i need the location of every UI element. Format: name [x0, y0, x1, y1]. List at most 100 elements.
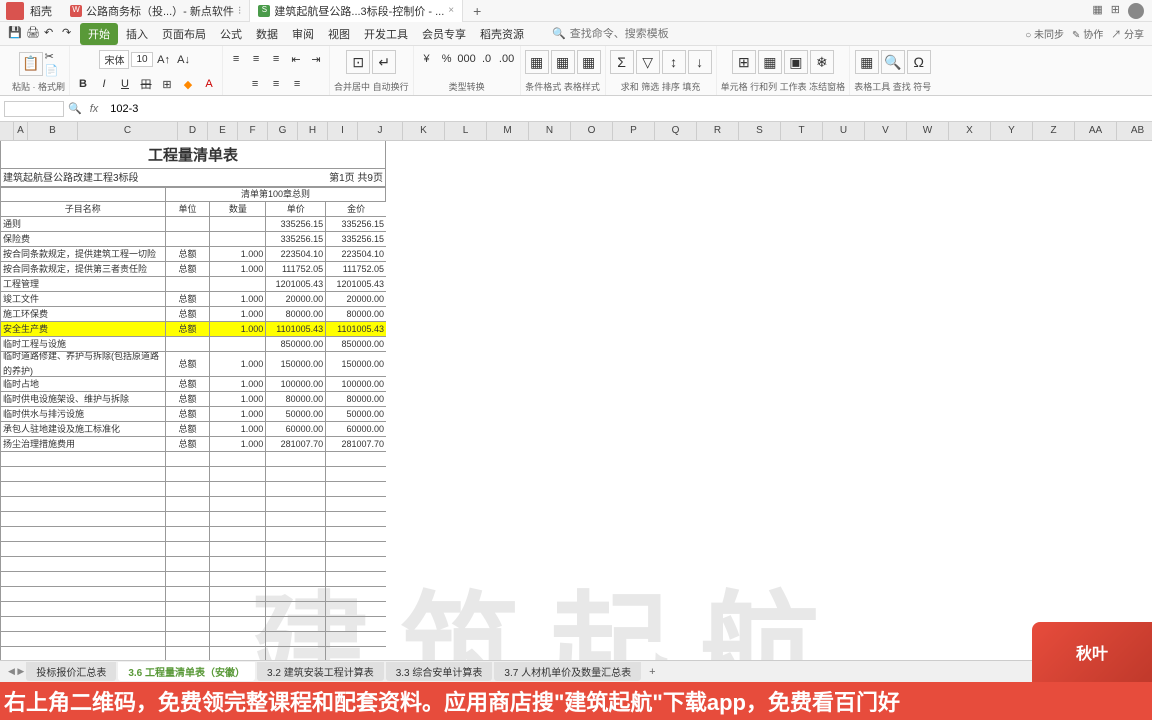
font-grow-icon[interactable]: A↑ [155, 51, 173, 69]
table-row[interactable]: 按合同条款规定，提供第三者责任险总额1.000111752.05111752.0… [0, 262, 386, 277]
merge-button[interactable]: ⊡ [346, 50, 370, 74]
border-button[interactable]: ⊞ [158, 75, 176, 93]
table-row[interactable]: 施工环保费总额1.00080000.0080000.00 [0, 307, 386, 322]
percent-button[interactable]: % [438, 50, 456, 68]
avatar-icon[interactable] [1128, 3, 1144, 19]
col-header-I[interactable]: I [328, 122, 358, 140]
col-header-P[interactable]: P [613, 122, 655, 140]
close-tab-icon[interactable]: × [448, 5, 454, 16]
col-header-U[interactable]: U [823, 122, 865, 140]
align-center-icon[interactable]: ≡ [267, 75, 285, 93]
col-header-R[interactable]: R [697, 122, 739, 140]
wrap-button[interactable]: ↵ [372, 50, 396, 74]
sheet-button[interactable]: ▣ [784, 50, 808, 74]
table-tool-button[interactable]: ▦ [855, 50, 879, 74]
empty-row[interactable] [0, 482, 386, 497]
fill-button[interactable]: ↓ [688, 50, 712, 74]
empty-row[interactable] [0, 557, 386, 572]
underline-button[interactable]: U [116, 75, 134, 93]
collab-button[interactable]: ✎ 协作 [1072, 26, 1103, 41]
empty-row[interactable] [0, 587, 386, 602]
align-left-icon[interactable]: ≡ [246, 75, 264, 93]
sort-button[interactable]: ↕ [662, 50, 686, 74]
select-all-corner[interactable] [0, 122, 14, 140]
align-mid-icon[interactable]: ≡ [247, 50, 265, 68]
col-header-G[interactable]: G [268, 122, 298, 140]
sync-status[interactable]: ○ 未同步 [1025, 26, 1064, 41]
menu-view[interactable]: 视图 [322, 24, 356, 44]
cell-button[interactable]: ⊞ [732, 50, 756, 74]
table-row[interactable]: 竣工文件总额1.00020000.0020000.00 [0, 292, 386, 307]
add-sheet-button[interactable]: + [643, 666, 661, 678]
table-row[interactable]: 通则335256.15335256.15 [0, 217, 386, 232]
table-row[interactable]: 临时工程与设施850000.00850000.00 [0, 337, 386, 352]
menu-review[interactable]: 审阅 [286, 24, 320, 44]
align-top-icon[interactable]: ≡ [227, 50, 245, 68]
empty-row[interactable] [0, 527, 386, 542]
thousand-button[interactable]: 000 [458, 50, 476, 68]
currency-button[interactable]: ¥ [418, 50, 436, 68]
col-header-H[interactable]: H [298, 122, 328, 140]
col-header-L[interactable]: L [445, 122, 487, 140]
menu-layout[interactable]: 页面布局 [156, 24, 212, 44]
find-button[interactable]: 🔍 [881, 50, 905, 74]
col-header-K[interactable]: K [403, 122, 445, 140]
empty-row[interactable] [0, 512, 386, 527]
grid-icon[interactable]: ▦ [1092, 3, 1102, 19]
col-header-C[interactable]: C [78, 122, 178, 140]
bold-button[interactable]: B [74, 75, 92, 93]
col-header-AB[interactable]: AB [1117, 122, 1152, 140]
menu-formula[interactable]: 公式 [214, 24, 248, 44]
col-header-Q[interactable]: Q [655, 122, 697, 140]
sheet-nav[interactable]: ◀ ▶ [8, 666, 24, 677]
empty-row[interactable] [0, 497, 386, 512]
paste-button[interactable]: 📋 [19, 52, 43, 76]
redo-icon[interactable]: ↷ [62, 26, 78, 42]
font-color-button[interactable]: A [200, 75, 218, 93]
menu-dev[interactable]: 开发工具 [358, 24, 414, 44]
menu-vip[interactable]: 会员专享 [416, 24, 472, 44]
file-tab-1[interactable]: W 公路商务标（投...）- 新点软件 ⁝ [62, 0, 250, 22]
empty-row[interactable] [0, 602, 386, 617]
table-row[interactable]: 保险费335256.15335256.15 [0, 232, 386, 247]
layout-icon[interactable]: ⊞ [1111, 3, 1120, 19]
empty-row[interactable] [0, 452, 386, 467]
share-button[interactable]: ↗ 分享 [1111, 26, 1144, 41]
font-name-select[interactable]: 宋体 [99, 50, 129, 69]
table-row[interactable]: 临时供电设施架设、维护与拆除总额1.00080000.0080000.00 [0, 392, 386, 407]
empty-row[interactable] [0, 542, 386, 557]
col-header-AA[interactable]: AA [1075, 122, 1117, 140]
sheet-tab[interactable]: 3.7 人材机单价及数量汇总表 [494, 662, 641, 681]
menu-data[interactable]: 数据 [250, 24, 284, 44]
col-header-F[interactable]: F [238, 122, 268, 140]
col-header-X[interactable]: X [949, 122, 991, 140]
rowcol-button[interactable]: ▦ [758, 50, 782, 74]
search-ref-icon[interactable]: 🔍 [68, 102, 82, 115]
table-row[interactable]: 临时供水与排污设施总额1.00050000.0050000.00 [0, 407, 386, 422]
fx-icon[interactable]: fx [86, 103, 103, 115]
sheet-tab[interactable]: 投标报价汇总表 [26, 662, 116, 681]
table-row[interactable]: 临时占地总额1.000100000.00100000.00 [0, 377, 386, 392]
add-tab-button[interactable]: + [463, 3, 491, 19]
col-header-M[interactable]: M [487, 122, 529, 140]
cell-name-box[interactable] [4, 101, 64, 117]
filter-button[interactable]: ▽ [636, 50, 660, 74]
sum-button[interactable]: Σ [610, 50, 634, 74]
fill-color-button[interactable]: ◆ [179, 75, 197, 93]
sheet-tab[interactable]: 3.3 综合安单计算表 [386, 662, 493, 681]
col-header-V[interactable]: V [865, 122, 907, 140]
col-header-D[interactable]: D [178, 122, 208, 140]
col-header-Y[interactable]: Y [991, 122, 1033, 140]
dec-dec-icon[interactable]: .00 [498, 50, 516, 68]
freeze-button[interactable]: ❄ [810, 50, 834, 74]
file-tab-2[interactable]: S 建筑起航昼公路...3标段-控制价 - ... × [250, 0, 463, 22]
align-bot-icon[interactable]: ≡ [267, 50, 285, 68]
cell-style-button[interactable]: ▦ [577, 50, 601, 74]
col-header-O[interactable]: O [571, 122, 613, 140]
menu-res[interactable]: 稻壳资源 [474, 24, 530, 44]
sheet-tab[interactable]: 3.6 工程量清单表（安徽） [118, 662, 255, 681]
print-icon[interactable]: 🖨 [26, 26, 42, 42]
col-header-B[interactable]: B [28, 122, 78, 140]
menu-insert[interactable]: 插入 [120, 24, 154, 44]
table-row[interactable]: 临时道路修建、养护与拆除(包括原道路的养护)总额1.000150000.0015… [0, 352, 386, 377]
